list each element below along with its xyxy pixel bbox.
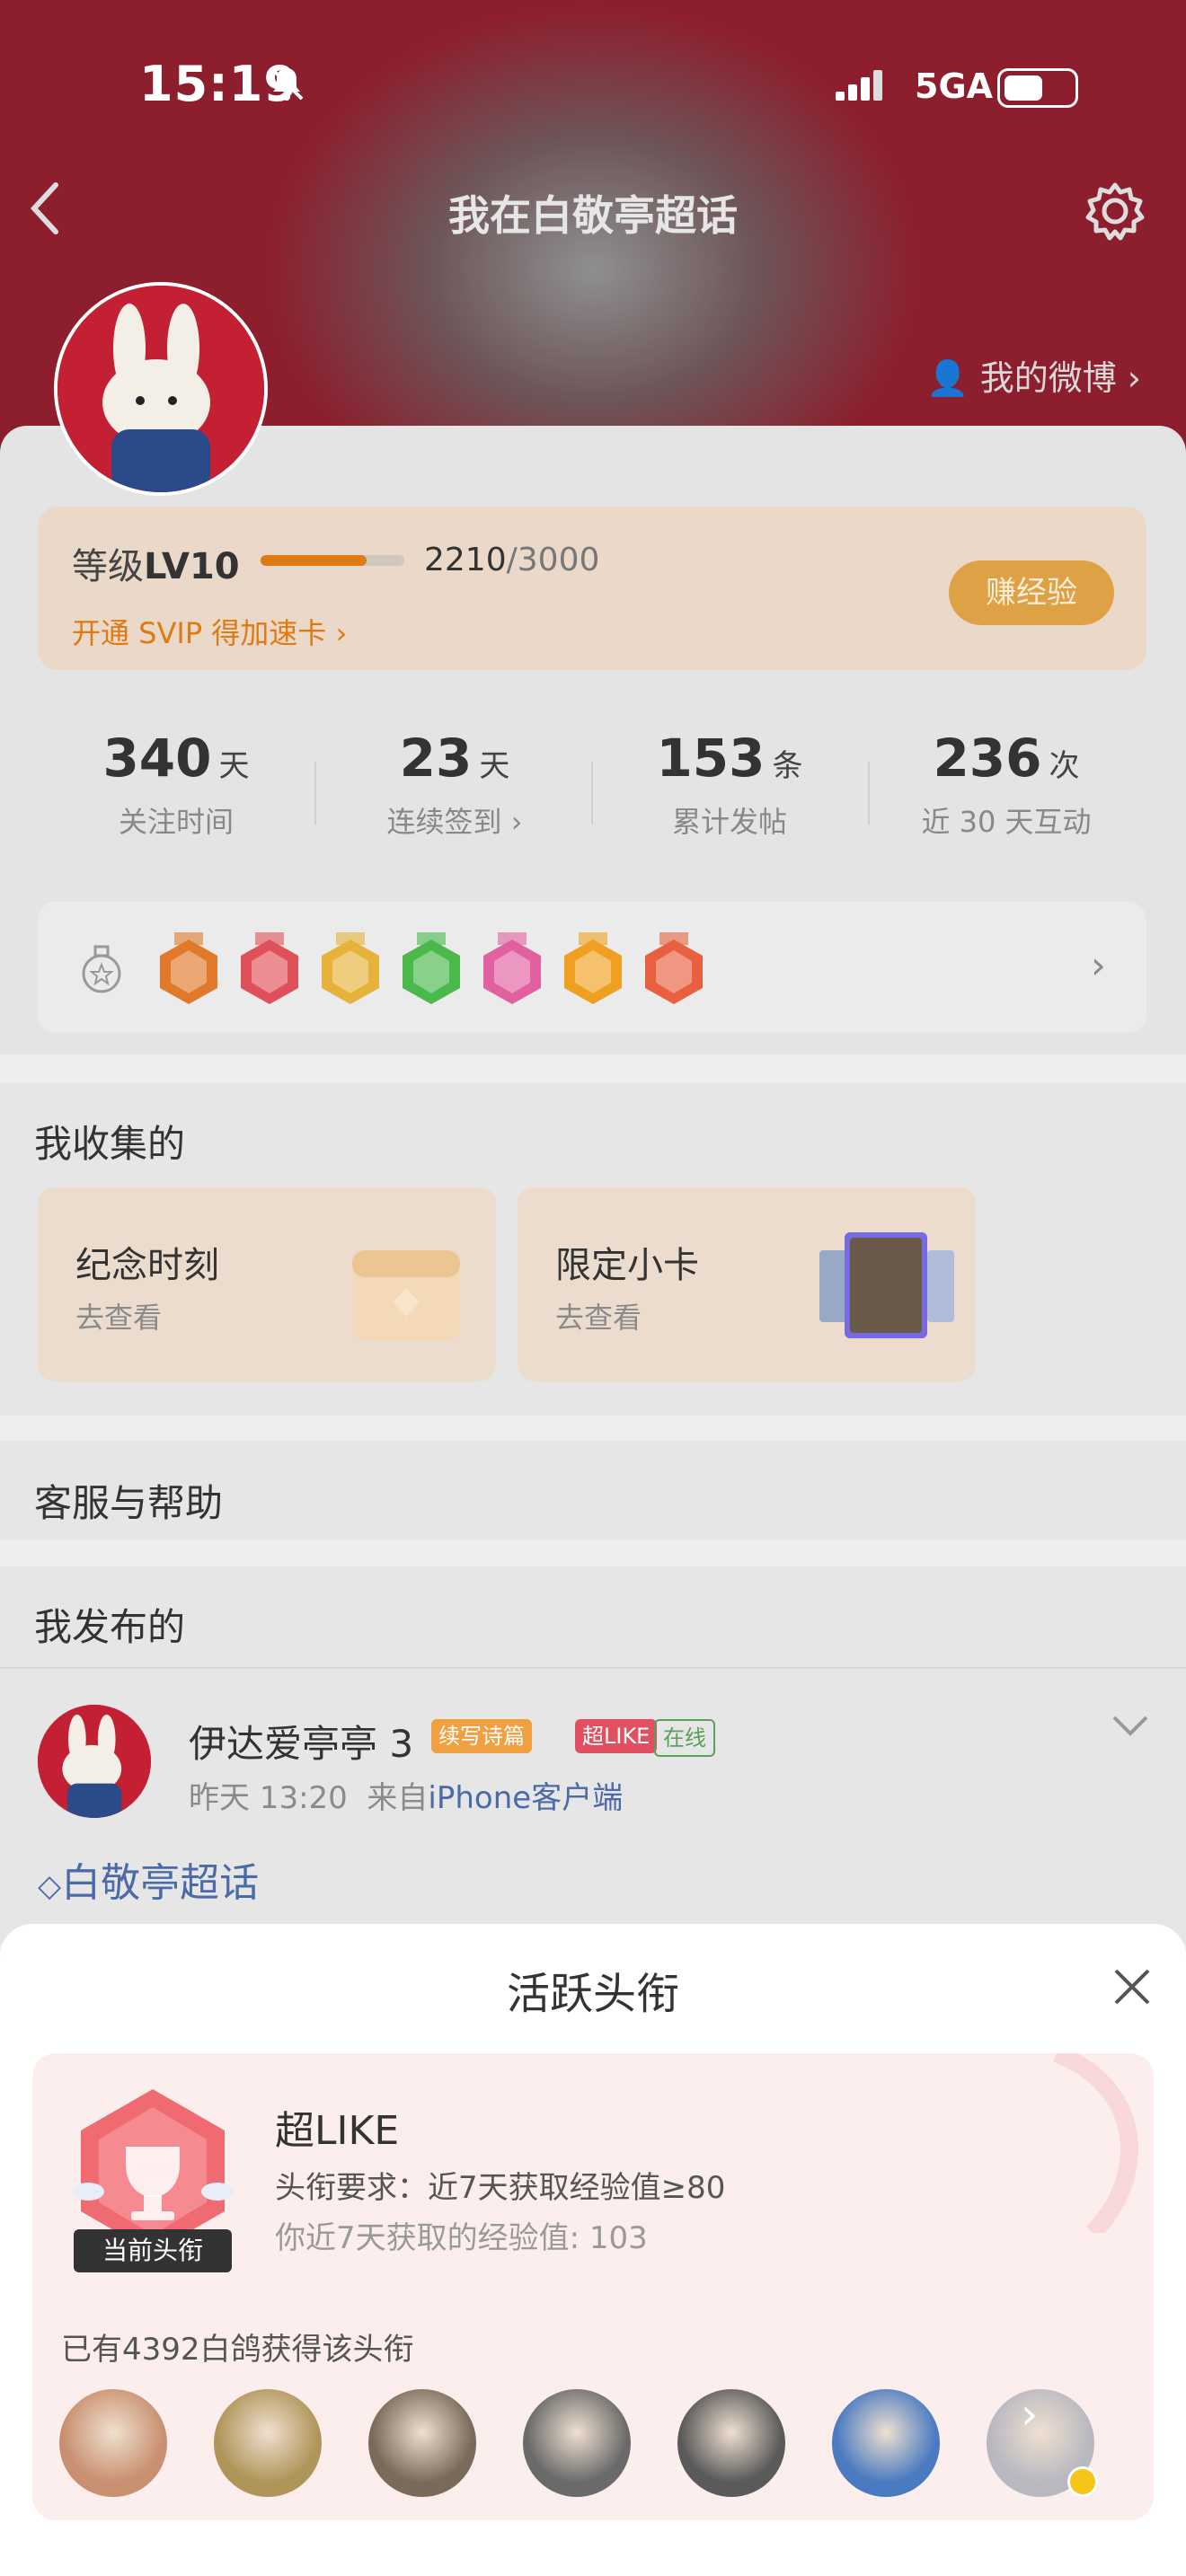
badge-row[interactable]: › (38, 902, 1146, 1033)
photo-cards-icon (819, 1232, 954, 1344)
earn-exp-button[interactable]: 赚经验 (949, 560, 1114, 625)
chevron-right-icon: › (501, 805, 523, 839)
fan-avatar[interactable] (214, 2389, 322, 2497)
post-avatar[interactable] (38, 1705, 151, 1818)
network-type: 5GA (915, 66, 994, 106)
title-owners-count: 已有4392白鸽获得该头衔 (61, 2332, 414, 2368)
close-icon[interactable] (1111, 1965, 1154, 2008)
fan-avatar[interactable] (368, 2389, 476, 2497)
bell-muted-icon (266, 63, 307, 108)
battery-icon (997, 68, 1078, 108)
title-name: 超LIKE (275, 2108, 400, 2154)
badge-icon (397, 932, 465, 1004)
post-tag: 续写诗篇 (431, 1719, 532, 1753)
signal-icon (836, 66, 898, 111)
verified-icon (1067, 2466, 1098, 2497)
fan-avatar[interactable] (832, 2389, 940, 2497)
post-tag: 超LIKE (575, 1719, 658, 1753)
title-requirement: 头衔要求：近7天获取经验值≥80 (275, 2170, 726, 2206)
stat-interactions: 236 次 近 30 天互动 (921, 728, 1092, 839)
chevron-down-icon[interactable] (1111, 1712, 1150, 1742)
level-progress-fill (261, 555, 367, 566)
fan-avatar[interactable] (523, 2389, 631, 2497)
chevron-right-icon: › (1127, 358, 1141, 398)
stat-follow-days: 340 天 关注时间 (102, 728, 250, 839)
chevron-right-icon[interactable]: › (1021, 2389, 1038, 2439)
post-meta: 昨天 13:20 来自iPhone客户端 (189, 1780, 624, 1816)
post-tag: 在线 (654, 1719, 715, 1757)
gear-icon[interactable] (1084, 180, 1146, 246)
user-icon: 👤 (926, 358, 969, 398)
divider (591, 762, 593, 825)
page-title: 我在白敬亭超话 (448, 191, 738, 240)
sheet-title: 活跃头衔 (506, 1969, 679, 2019)
fan-avatar[interactable] (677, 2389, 785, 2497)
calendar-icon (343, 1223, 478, 1362)
level-progress-bar (261, 555, 404, 566)
badge-icon (235, 932, 304, 1004)
current-title-tag: 当前头衔 (74, 2229, 232, 2272)
level-points: 2210/3000 (424, 542, 600, 578)
divider (314, 762, 316, 825)
chevron-right-icon: › (326, 616, 348, 650)
stat-posts: 153 条 累计发帖 (656, 728, 803, 839)
post-topic-link[interactable]: ◇白敬亭超话 (38, 1850, 259, 1908)
memorial-moments-card[interactable]: 纪念时刻 去查看 (38, 1187, 496, 1381)
badge-icon (155, 932, 223, 1004)
my-weibo-link[interactable]: 👤 我的微博 › (926, 350, 1141, 400)
medal-outline-icon (79, 945, 124, 999)
post-author[interactable]: 伊达爱亭亭 3 (189, 1714, 413, 1769)
fan-avatar[interactable] (59, 2389, 167, 2497)
collections-title: 我收集的 (34, 1122, 186, 1166)
stat-checkin-days[interactable]: 23 天 连续签到 › (320, 728, 589, 841)
title-obtained: 你近7天获取的经验值: 103 (275, 2220, 648, 2256)
divider (0, 1667, 1186, 1669)
avatar[interactable] (54, 282, 268, 496)
badge-icon (316, 932, 385, 1004)
svip-link[interactable]: 开通 SVIP 得加速卡 › (72, 611, 347, 652)
level-label: 等级LV10 (72, 546, 240, 587)
badge-icon (559, 932, 627, 1004)
badge-icon (640, 932, 708, 1004)
divider (868, 762, 870, 825)
limited-cards-card[interactable]: 限定小卡 去查看 (518, 1187, 976, 1381)
chevron-right-icon: › (1091, 943, 1106, 987)
badge-icon (478, 932, 546, 1004)
published-title: 我发布的 (34, 1605, 186, 1649)
help-title: 客服与帮助 (34, 1481, 224, 1525)
diamond-icon: ◇ (38, 1868, 62, 1904)
